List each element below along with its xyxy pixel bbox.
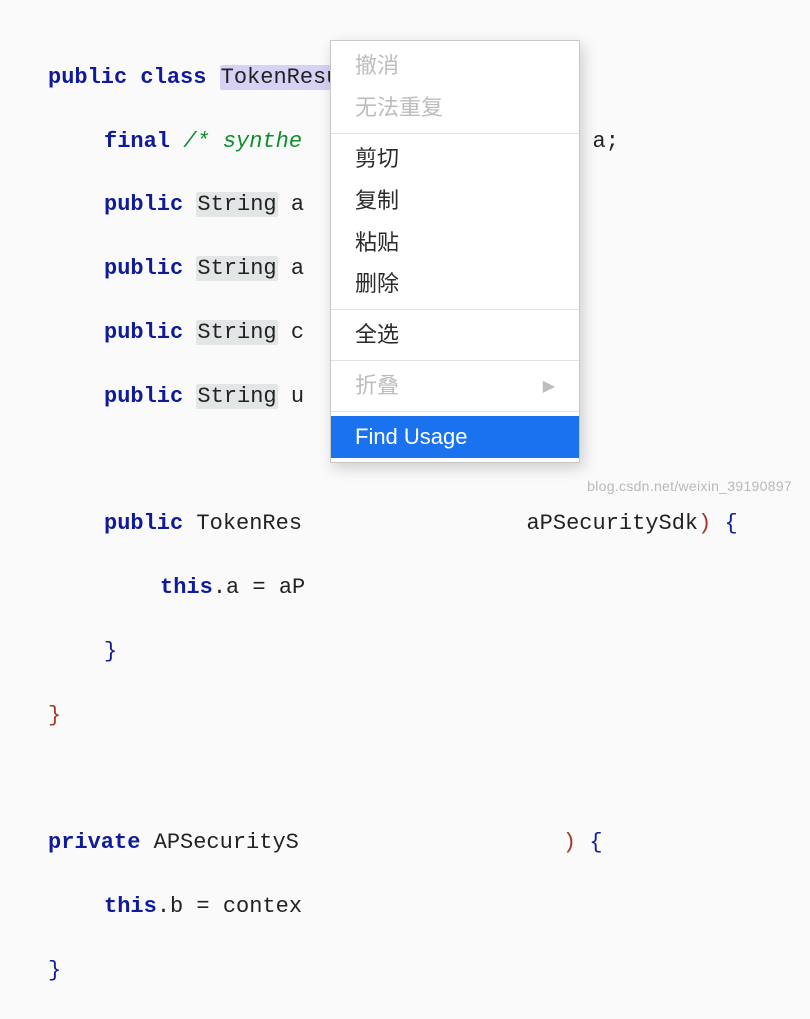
menu-item-paste[interactable]: 粘贴 [331, 222, 579, 264]
code-line: } [48, 955, 790, 987]
code-line: } [48, 636, 790, 668]
paren-close: ) [698, 511, 711, 536]
keyword-final: final [104, 129, 170, 154]
type-string: String [196, 192, 277, 217]
menu-item-delete[interactable]: 删除 [331, 263, 579, 305]
menu-item-cut[interactable]: 剪切 [331, 138, 579, 180]
type-string: String [196, 256, 277, 281]
menu-item-find-usage[interactable]: Find Usage [331, 416, 579, 458]
brace-close: } [48, 958, 61, 983]
code-text: .a = aP [213, 575, 305, 600]
paren-close: ) [563, 830, 576, 855]
brace-close: } [48, 703, 61, 728]
code-text: a [291, 256, 304, 281]
method-name: APSecurityS [154, 830, 299, 855]
menu-label: 无法重复 [355, 92, 443, 124]
brace-close: } [104, 639, 117, 664]
menu-item-fold[interactable]: 折叠 ▶ [331, 365, 579, 407]
menu-item-undo[interactable]: 撤消 [331, 45, 579, 87]
type-string: String [196, 384, 277, 409]
code-text: u [291, 384, 304, 409]
menu-item-redo[interactable]: 无法重复 [331, 87, 579, 129]
keyword-class: class [140, 65, 206, 90]
menu-label: 删除 [355, 268, 399, 300]
menu-item-select-all[interactable]: 全选 [331, 314, 579, 356]
menu-label: Find Usage [355, 421, 468, 453]
comment: /* synthe [183, 129, 302, 154]
type-string: String [196, 320, 277, 345]
keyword-public: public [104, 511, 183, 536]
brace-open: { [725, 511, 738, 536]
brace-open: { [589, 830, 602, 855]
menu-separator [331, 360, 579, 361]
keyword-private: private [48, 830, 140, 855]
keyword-public: public [48, 65, 127, 90]
code-line: this.b = contex [48, 891, 790, 923]
code-text: a [291, 192, 304, 217]
keyword-public: public [104, 384, 183, 409]
code-line: } [48, 700, 790, 732]
code-line: this.a = aP [48, 572, 790, 604]
menu-label: 撤消 [355, 50, 399, 82]
code-text: c [291, 320, 304, 345]
keyword-public: public [104, 192, 183, 217]
context-menu: 撤消 无法重复 剪切 复制 粘贴 删除 全选 折叠 ▶ Find Usage [330, 40, 580, 463]
menu-label: 折叠 [355, 370, 399, 402]
menu-separator [331, 411, 579, 412]
menu-label: 复制 [355, 185, 399, 217]
code-text: aPSecuritySdk [526, 511, 698, 536]
menu-separator [331, 309, 579, 310]
constructor-name: TokenRes [196, 511, 302, 536]
keyword-public: public [104, 256, 183, 281]
code-line: public TokenRes aPSecuritySdk) { [48, 508, 790, 540]
code-blank-line [48, 763, 790, 795]
submenu-arrow-icon: ▶ [543, 375, 555, 398]
keyword-this: this [160, 575, 213, 600]
keyword-public: public [104, 320, 183, 345]
menu-label: 剪切 [355, 143, 399, 175]
menu-separator [331, 133, 579, 134]
code-line: private APSecurityS ) { [48, 827, 790, 859]
watermark: blog.csdn.net/weixin_39190897 [587, 476, 792, 496]
menu-item-copy[interactable]: 复制 [331, 180, 579, 222]
menu-label: 全选 [355, 319, 399, 351]
keyword-this: this [104, 894, 157, 919]
menu-label: 粘贴 [355, 227, 399, 259]
code-text: .b = contex [157, 894, 302, 919]
